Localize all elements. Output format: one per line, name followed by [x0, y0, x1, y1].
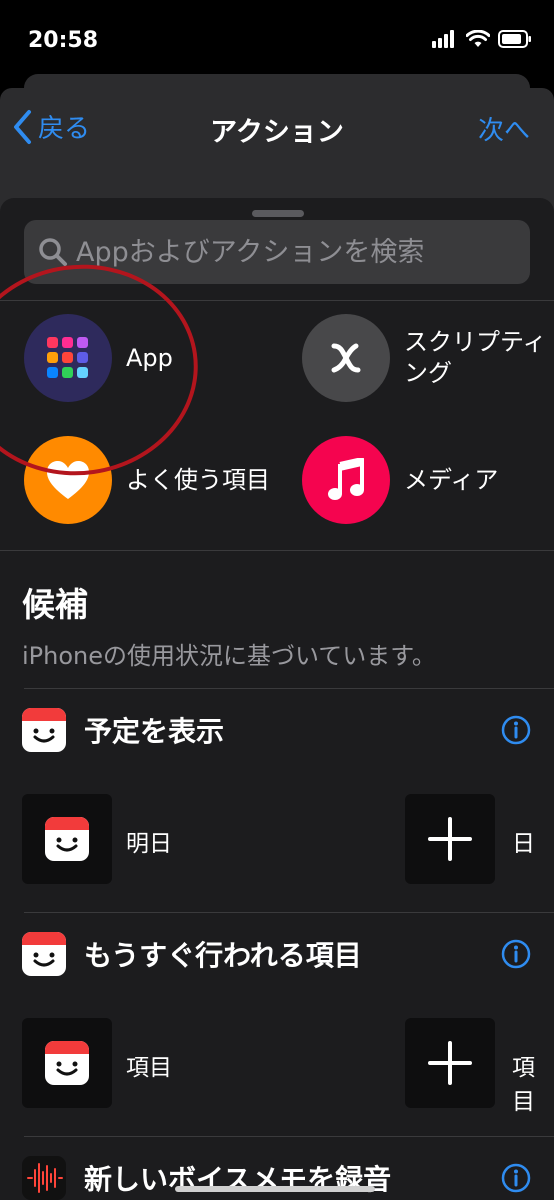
category-label: よく使う項目 — [126, 465, 270, 494]
action-title: もうすぐ行われる項目 — [84, 939, 362, 972]
category-label: App — [126, 343, 173, 372]
search-bar[interactable] — [24, 220, 530, 284]
next-button[interactable]: 次へ — [478, 110, 530, 147]
category-favorites[interactable]: よく使う項目 — [24, 436, 270, 524]
actions-sheet: App スクリプティ ング よく使う項目 — [0, 198, 554, 1200]
search-icon — [39, 238, 67, 266]
suggestions-subtitle: iPhoneの使用状況に基づいています。 — [22, 642, 436, 670]
battery-icon — [498, 30, 531, 48]
home-indicator[interactable] — [175, 1186, 375, 1192]
calendar-face-icon — [45, 817, 89, 861]
app-grid-icon — [24, 314, 112, 402]
calendar-face-icon — [22, 708, 66, 752]
action-tile[interactable] — [22, 1018, 112, 1108]
category-media[interactable]: メディア — [302, 436, 498, 524]
script-x-icon — [302, 314, 390, 402]
add-action-tile[interactable] — [405, 1018, 495, 1108]
category-label: メディア — [404, 465, 499, 494]
divider — [24, 1136, 554, 1137]
divider — [0, 550, 554, 551]
plus-icon — [428, 817, 472, 861]
cellular-signal-icon — [432, 30, 454, 48]
category-app[interactable]: App — [24, 314, 173, 402]
action-param-label: 項目 — [512, 1055, 535, 1115]
category-label: スクリプティ ング — [404, 328, 547, 387]
suggestions-title: 候補 — [22, 585, 88, 624]
info-icon[interactable] — [500, 938, 532, 970]
calendar-face-icon — [45, 1041, 89, 1085]
status-time: 20:58 — [28, 28, 99, 53]
add-action-tile[interactable] — [405, 794, 495, 884]
calendar-face-icon — [22, 932, 66, 976]
info-icon[interactable] — [500, 714, 532, 746]
heart-icon — [24, 436, 112, 524]
status-bar: 20:58 — [0, 0, 554, 70]
divider — [0, 300, 554, 301]
action-title: 予定を表示 — [84, 715, 225, 748]
sheet-grabber[interactable] — [252, 210, 304, 217]
category-scripting[interactable]: スクリプティ ング — [302, 314, 547, 402]
action-row[interactable]: 予定を表示 — [22, 708, 532, 752]
wifi-icon — [466, 30, 490, 47]
action-param-label: 明日 — [126, 831, 172, 857]
page-title: アクション — [210, 117, 344, 148]
action-param-label: 日 — [512, 831, 535, 857]
plus-icon — [428, 1041, 472, 1085]
voice-memo-icon — [22, 1156, 66, 1200]
status-icons — [432, 30, 532, 48]
action-row[interactable]: 新しいボイスメモを録音 — [22, 1156, 532, 1200]
action-param-label: 項目 — [126, 1055, 172, 1081]
divider — [24, 912, 554, 913]
action-row[interactable]: もうすぐ行われる項目 — [22, 932, 532, 976]
action-tile[interactable] — [22, 794, 112, 884]
info-icon[interactable] — [500, 1162, 532, 1194]
divider — [24, 688, 554, 689]
action-title: 新しいボイスメモを録音 — [84, 1163, 392, 1196]
music-note-icon — [302, 436, 390, 524]
search-input[interactable] — [76, 236, 516, 268]
